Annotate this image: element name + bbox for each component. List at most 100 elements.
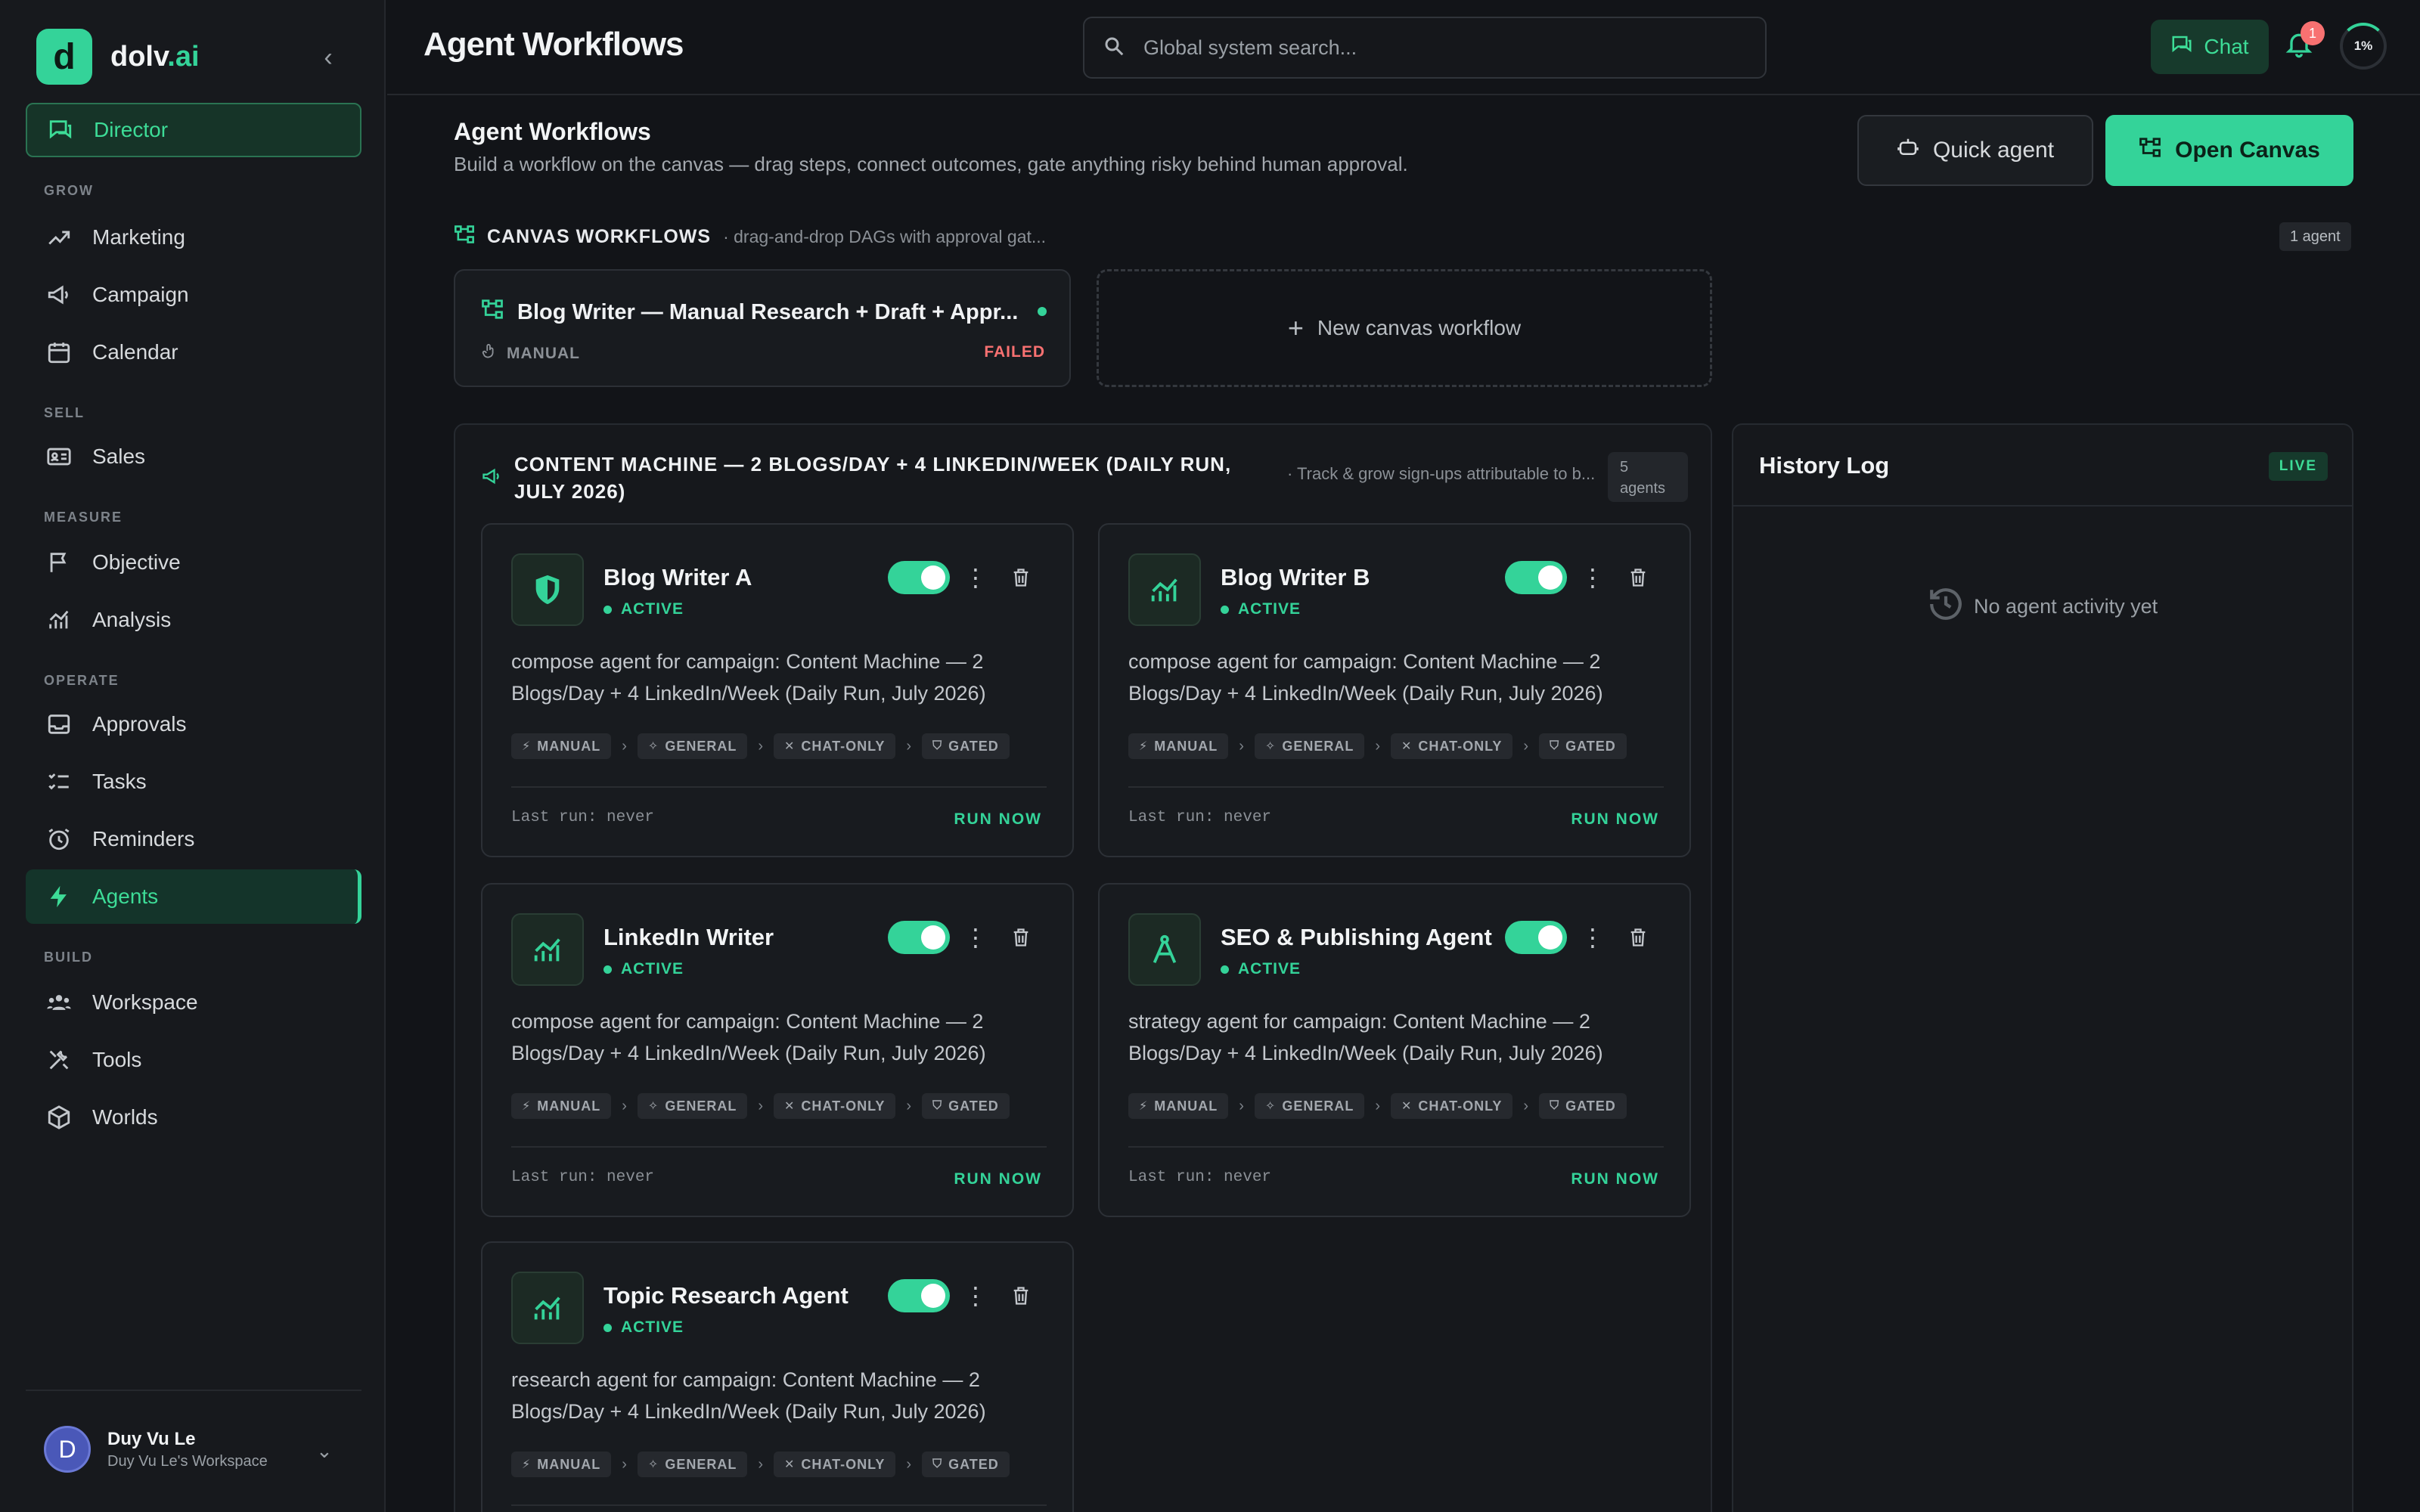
trash-icon[interactable]: [1624, 922, 1652, 953]
capability-pill: ⛉ GATED: [922, 1452, 1010, 1477]
trash-icon[interactable]: [1007, 562, 1035, 593]
agent-card[interactable]: Blog Writer A ACTIVE ⋮ compose agent for…: [481, 523, 1074, 857]
chevron-right-icon: ›: [758, 737, 763, 754]
sidebar-item-tasks[interactable]: Tasks: [26, 754, 361, 809]
agent-status: ACTIVE: [1221, 960, 1301, 978]
chevron-right-icon: ›: [1375, 737, 1380, 754]
run-now-button[interactable]: RUN NOW: [954, 810, 1042, 829]
agent-card[interactable]: SEO & Publishing Agent ACTIVE ⋮ strategy…: [1098, 883, 1691, 1217]
agent-active-toggle[interactable]: [1505, 921, 1567, 954]
capability-pill: ⚡ MANUAL: [1128, 733, 1229, 759]
sidebar-item-label: Reminders: [92, 827, 195, 850]
search-icon: [1103, 35, 1125, 61]
campaign-title: CONTENT MACHINE — 2 BLOGS/DAY + 4 LINKED…: [514, 453, 1232, 503]
global-search[interactable]: [1083, 17, 1767, 79]
capability-pills: ⚡ MANUAL › ✧ GENERAL › ✕ CHAT-ONLY › ⛉ GATED: [511, 1452, 1010, 1477]
capability-pill: ✧ GENERAL: [637, 1452, 748, 1477]
chat-button[interactable]: Chat: [2151, 20, 2269, 74]
sidebar-item-analysis[interactable]: Analysis: [26, 593, 361, 647]
campaign-agent-count: 5 agents: [1608, 452, 1688, 502]
last-run: Last run: never: [511, 809, 655, 826]
canvas-workflow-card[interactable]: Blog Writer — Manual Research + Draft + …: [454, 269, 1071, 387]
agent-active-toggle[interactable]: [1505, 561, 1567, 594]
capability-pills: ⚡ MANUAL › ✧ GENERAL › ✕ CHAT-ONLY › ⛉ GATED: [1128, 733, 1627, 759]
pill-icon: ✧: [647, 1458, 659, 1471]
trend-icon: [44, 222, 74, 253]
pill-icon: ✕: [784, 1458, 796, 1471]
pill-icon: ⛉: [1550, 739, 1560, 752]
run-now-button[interactable]: RUN NOW: [1571, 1170, 1659, 1188]
sidebar-item-approvals[interactable]: Approvals: [26, 697, 361, 751]
sidebar-item-director[interactable]: Director: [26, 103, 361, 157]
agent-card[interactable]: LinkedIn Writer ACTIVE ⋮ compose agent f…: [481, 883, 1074, 1217]
divider: [1128, 1146, 1664, 1148]
pill-icon: ⚡: [1139, 740, 1149, 753]
user-workspace: Duy Vu Le's Workspace: [107, 1452, 268, 1470]
logo-text: dolv.ai: [110, 40, 200, 73]
sidebar-item-label: Workspace: [92, 990, 198, 1014]
sidebar-item-workspace[interactable]: Workspace: [26, 975, 361, 1030]
sidebar-item-calendar[interactable]: Calendar: [26, 325, 361, 380]
trash-icon[interactable]: [1007, 1281, 1035, 1311]
run-now-button[interactable]: RUN NOW: [1571, 810, 1659, 829]
user-name: Duy Vu Le: [107, 1428, 196, 1449]
notification-badge: 1: [2301, 21, 2325, 45]
new-canvas-workflow-button[interactable]: + New canvas workflow: [1097, 269, 1712, 387]
divider: [511, 1146, 1047, 1148]
sidebar-item-tools[interactable]: Tools: [26, 1033, 361, 1087]
agent-active-toggle[interactable]: [888, 1279, 950, 1312]
inbox-icon: [44, 709, 74, 739]
agent-description: strategy agent for campaign: Content Mac…: [1128, 1010, 1603, 1064]
more-options-icon[interactable]: ⋮: [963, 1281, 988, 1311]
megaphone-icon: [481, 466, 502, 491]
sidebar-item-marketing[interactable]: Marketing: [26, 210, 361, 265]
sidebar-item-sales[interactable]: Sales: [26, 429, 361, 484]
alarm-icon: [44, 824, 74, 854]
pill-icon: ✧: [647, 740, 659, 753]
more-options-icon[interactable]: ⋮: [1581, 562, 1605, 593]
chevron-right-icon: ›: [622, 1455, 627, 1473]
status-dot: [1038, 307, 1047, 316]
pill-icon: ✕: [1401, 1100, 1413, 1113]
logo[interactable]: d dolv.ai: [36, 29, 200, 85]
chevron-down-icon[interactable]: ⌄: [316, 1439, 333, 1463]
user-menu[interactable]: D Duy Vu Le Duy Vu Le's Workspace ⌄: [26, 1390, 361, 1507]
section-sell: SELL: [44, 405, 85, 420]
agent-description: research agent for campaign: Content Mac…: [511, 1368, 986, 1423]
topbar: Agent Workflows Chat 1 1%: [387, 0, 2420, 95]
search-input[interactable]: [1143, 36, 1733, 60]
more-options-icon[interactable]: ⋮: [1581, 922, 1605, 953]
chart-icon: [511, 913, 584, 986]
status-dot: [603, 965, 612, 974]
open-canvas-button[interactable]: Open Canvas: [2105, 115, 2353, 186]
capability-pill: ✧ GENERAL: [1254, 733, 1365, 759]
more-options-icon[interactable]: ⋮: [963, 922, 988, 953]
agent-active-toggle[interactable]: [888, 561, 950, 594]
capability-pills: ⚡ MANUAL › ✧ GENERAL › ✕ CHAT-ONLY › ⛉ GATED: [511, 1093, 1010, 1119]
collapse-sidebar-icon[interactable]: ‹: [313, 42, 343, 73]
section-build: BUILD: [44, 950, 93, 965]
section-subtitle: Build a workflow on the canvas — drag st…: [454, 153, 1408, 175]
chevron-right-icon: ›: [1523, 737, 1529, 754]
more-options-icon[interactable]: ⋮: [963, 562, 988, 593]
quick-agent-button[interactable]: Quick agent: [1857, 115, 2093, 186]
sidebar-item-reminders[interactable]: Reminders: [26, 812, 361, 866]
sidebar-item-worlds[interactable]: Worlds: [26, 1090, 361, 1145]
agent-active-toggle[interactable]: [888, 921, 950, 954]
sidebar-item-label: Marketing: [92, 225, 185, 249]
bolt-icon: [44, 881, 74, 912]
sidebar-item-campaign[interactable]: Campaign: [26, 268, 361, 322]
agent-card[interactable]: Topic Research Agent ACTIVE ⋮ research a…: [481, 1241, 1074, 1512]
trash-icon[interactable]: [1624, 562, 1652, 593]
pill-icon: ⛉: [932, 1458, 943, 1470]
sidebar-item-label: Calendar: [92, 340, 178, 364]
sidebar-item-agents[interactable]: Agents: [26, 869, 361, 924]
run-now-button[interactable]: RUN NOW: [954, 1170, 1042, 1188]
contact-card-icon: [44, 442, 74, 472]
trash-icon[interactable]: [1007, 922, 1035, 953]
sidebar-item-objective[interactable]: Objective: [26, 535, 361, 590]
campaign-group: CONTENT MACHINE — 2 BLOGS/DAY + 4 LINKED…: [454, 423, 1712, 1512]
chart-icon: [511, 1272, 584, 1344]
agent-card[interactable]: Blog Writer B ACTIVE ⋮ compose agent for…: [1098, 523, 1691, 857]
usage-progress-ring[interactable]: 1%: [2340, 23, 2387, 70]
